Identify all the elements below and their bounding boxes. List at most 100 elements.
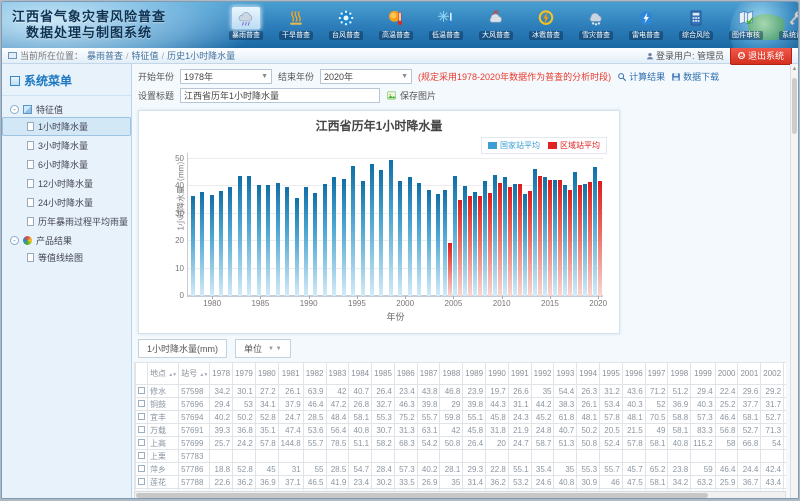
nav-item-snow[interactable]: 雪灾普查 [571,6,621,40]
tree-item-历年暴雨过程平均雨量[interactable]: 历年暴雨过程平均雨量 [2,212,131,231]
bar-国家站平均-1996 [361,181,365,296]
data-cell: 36.9 [255,476,278,489]
col-header-year[interactable]: 2002 [761,363,784,385]
nav-item-lightning[interactable]: 雷电普查 [621,6,671,40]
col-header-year[interactable]: 1997 [645,363,668,385]
col-header-year[interactable]: 1994 [577,363,600,385]
tree-item-等值线绘图[interactable]: 等值线绘图 [2,248,131,267]
low-temp-icon [436,8,456,28]
col-header-station[interactable]: 站号 ▲▼ [179,363,210,385]
horizontal-scrollbar-thumb[interactable] [136,493,708,498]
nav-item-typhoon[interactable]: 台风普查 [321,6,371,40]
bar-国家站平均-2001 [408,177,412,296]
col-header-year[interactable]: 1989 [463,363,486,385]
row-checkbox[interactable] [138,426,145,433]
data-cell: 59.8 [531,489,554,491]
row-checkbox[interactable] [138,465,145,472]
nav-item-map-review[interactable]: 图件审核 [721,6,771,40]
col-header-place[interactable]: 地点 ▲▼ [148,363,179,385]
data-cell [691,450,715,463]
y-tick-label: 40 [162,181,184,190]
col-header-year[interactable]: 2003 [784,363,786,385]
bar-group-2015 [543,153,553,296]
row-checkbox[interactable] [138,452,145,459]
col-header-year[interactable]: 2000 [715,363,738,385]
data-cell: 53.2 [508,476,531,489]
tree-item-12小时降水量[interactable]: 12小时降水量 [2,174,131,193]
nav-item-high-temp[interactable]: 高温普查 [371,6,421,40]
col-header-year[interactable]: 1999 [691,363,715,385]
col-header-year[interactable]: 1981 [278,363,303,385]
col-header-year[interactable]: 1991 [508,363,531,385]
vertical-scrollbar[interactable]: ▲ [790,64,798,499]
calc-result-button[interactable]: 计算结果 [617,70,665,83]
nav-item-settings[interactable]: 系统设置 [771,6,798,40]
data-cell: 39.8 [417,398,440,411]
col-header-year[interactable]: 1984 [349,363,372,385]
tree-item-6小时降水量[interactable]: 6小时降水量 [2,155,131,174]
col-header-year[interactable]: 1980 [255,363,278,385]
nav-item-low-temp[interactable]: 低温普查 [421,6,471,40]
col-header-year[interactable]: 1992 [531,363,554,385]
table-row-宜丰: 宜丰5769440.250.252.824.728.548.458.155.37… [136,411,787,424]
chart-title-input[interactable] [180,88,380,103]
row-checkbox[interactable] [138,413,145,420]
col-header-year[interactable]: 1983 [326,363,349,385]
col-header-year[interactable]: 1990 [486,363,509,385]
col-header-year[interactable]: 1998 [668,363,691,385]
start-year-select[interactable]: 1978年▼ [180,69,272,84]
col-header-year[interactable]: 1978 [210,363,233,385]
row-checkbox[interactable] [138,387,145,394]
data-table-viewport[interactable]: 地点 ▲▼站号 ▲▼197819791980198119821983198419… [134,362,786,490]
row-checkbox[interactable] [138,400,145,407]
col-header-year[interactable]: 1996 [622,363,645,385]
scroll-up-icon[interactable]: ▲ [791,64,798,74]
data-cell: 40.7 [349,385,372,398]
col-header-year[interactable]: 1987 [417,363,440,385]
col-header-year[interactable]: 1979 [233,363,256,385]
breadcrumb-link[interactable]: 特征值 [132,51,159,61]
tree-node-特征值[interactable]: -特征值 [2,100,131,117]
horizontal-scrollbar[interactable] [134,491,786,499]
breadcrumb-link[interactable]: 历史1小时降水量 [167,51,235,61]
tree-expander-icon[interactable]: - [10,236,19,245]
tree-item-24小时降水量[interactable]: 24小时降水量 [2,193,131,212]
bar-国家站平均-2008 [473,192,477,296]
col-header-year[interactable]: 1993 [554,363,577,385]
range-note: (规定采用1978-2020年数据作为普查的分析时段) [418,70,611,83]
nav-item-gale[interactable]: 大风普查 [471,6,521,40]
bar-group-2010 [493,153,503,296]
logout-button[interactable]: ⏻ 退出系统 [730,47,792,65]
tree-node-产品结果[interactable]: -产品结果 [2,231,131,248]
data-download-button[interactable]: 数据下载 [671,70,719,83]
row-checkbox[interactable] [138,439,145,446]
tree-item-3小时降水量[interactable]: 3小时降水量 [2,136,131,155]
vertical-scrollbar-thumb[interactable] [792,78,797,134]
nav-item-label: 低温普查 [429,31,463,40]
col-header-year[interactable]: 1995 [600,363,623,385]
unit-select[interactable]: 单位▼ ▼ [235,339,291,358]
high-temp-icon [386,8,406,28]
nav-item-rainstorm[interactable]: 暴雨普查 [221,6,271,40]
end-year-select[interactable]: 2020年▼ [320,69,412,84]
bar-group-1989 [292,153,301,296]
col-header-year[interactable]: 1986 [394,363,417,385]
nav-item-calculator[interactable]: 综合风险 [671,6,721,40]
tree-item-1小时降水量[interactable]: 1小时降水量 [2,117,131,136]
tree-expander-icon[interactable]: - [10,105,19,114]
col-header-year[interactable]: 1982 [303,363,326,385]
save-image-button[interactable]: 保存图片 [386,89,436,102]
data-cell: 31.2 [600,385,623,398]
table-filter-box[interactable]: 1小时降水量(mm) [138,339,227,358]
col-header-year[interactable]: 1985 [372,363,395,385]
breadcrumb-link[interactable]: 暴雨普查 [87,51,123,61]
data-cell: 26.8 [349,398,372,411]
data-cell: 56.4 [326,424,349,437]
y-tick-label: 30 [162,209,184,218]
col-header-year[interactable]: 1988 [440,363,463,385]
row-checkbox[interactable] [138,478,145,485]
nav-item-drought[interactable]: 干旱普查 [271,6,321,40]
col-header-year[interactable]: 2001 [738,363,761,385]
nav-item-hail[interactable]: 冰雹普查 [521,6,571,40]
data-cell: 45.8 [463,424,486,437]
